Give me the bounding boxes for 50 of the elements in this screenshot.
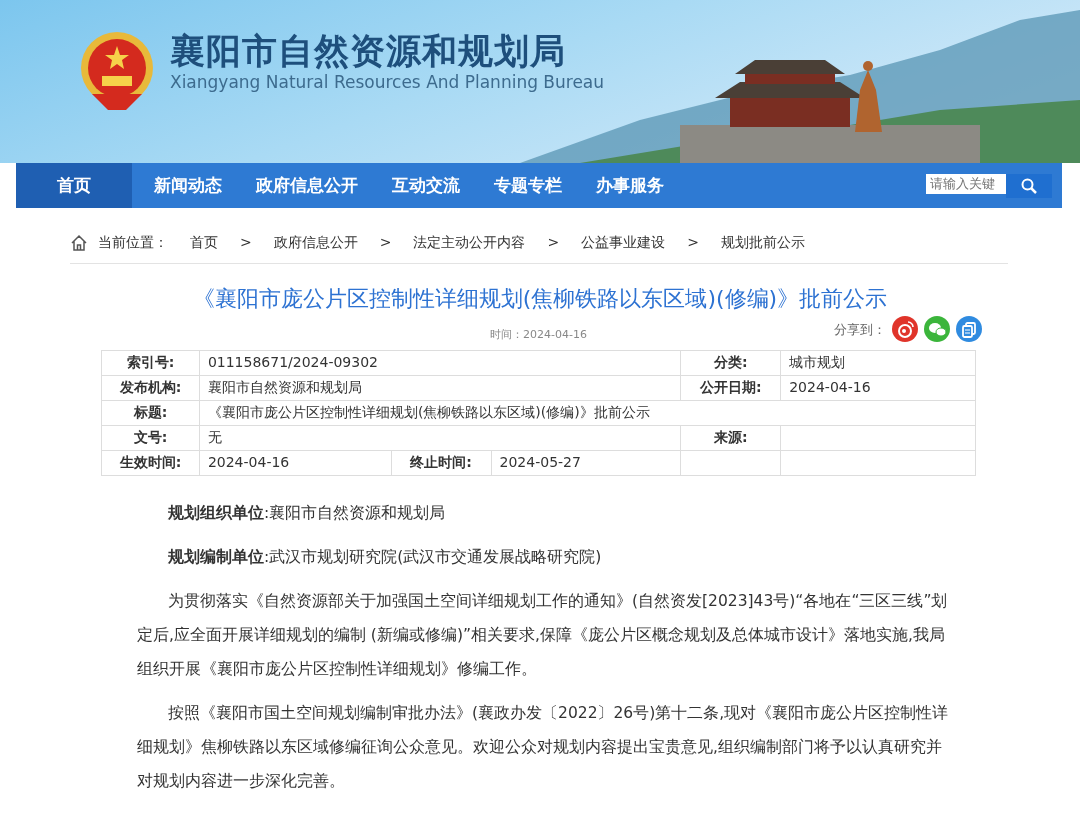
field-value: 城市规划 <box>780 350 976 375</box>
field-label: 公开日期: <box>680 375 781 400</box>
share-label: 分享到： <box>834 320 886 339</box>
field-label: 发布机构: <box>101 375 200 400</box>
site-subtitle: Xiangyang Natural Resources And Planning Bureau <box>170 72 605 93</box>
field-label: 分类: <box>680 350 781 375</box>
field-value: 《襄阳市庞公片区控制性详细规划(焦柳铁路以东区域)(修编)》批前公示 <box>199 400 976 425</box>
field-label: 生效时间: <box>101 450 200 475</box>
field-value: 011158671/2024-09302 <box>199 350 681 375</box>
search-field[interactable]: 请输入关键 <box>926 173 1006 194</box>
search-button[interactable] <box>1006 173 1052 198</box>
nav-item[interactable]: 政府信息公开 <box>242 163 372 208</box>
breadcrumb-link[interactable]: 公益事业建设 <box>581 232 666 253</box>
field-value: 2024-04-16 <box>780 375 976 400</box>
site-title: 襄阳市自然资源和规划局 <box>170 30 567 72</box>
breadcrumb-link[interactable]: 法定主动公开内容 <box>413 232 526 253</box>
field-value: 襄阳市自然资源和规划局 <box>199 375 681 400</box>
breadcrumb-separator: > <box>379 233 392 252</box>
nav-item[interactable]: 办事服务 <box>582 163 678 208</box>
nav-item[interactable]: 新闻动态 <box>140 163 236 208</box>
field-label: 来源: <box>680 425 781 450</box>
field-label: 文号: <box>101 425 200 450</box>
field-value: 无 <box>199 425 681 450</box>
breadcrumb-label: 当前位置： <box>98 233 168 252</box>
breadcrumb-separator: > <box>687 233 699 252</box>
field-value: 2024-05-27 <box>491 450 681 475</box>
nav-item[interactable]: 专题专栏 <box>480 163 576 208</box>
nav-item[interactable]: 首页 <box>16 163 132 208</box>
emblem-icon <box>78 30 156 112</box>
field-value: 2024-04-16 <box>199 450 392 475</box>
body-paragraph: 规划编制单位:武汉市规划研究院(武汉市交通发展战略研究院) <box>167 546 603 568</box>
breadcrumb-separator: > <box>547 233 560 252</box>
copy-icon[interactable] <box>956 316 982 343</box>
breadcrumb-link[interactable]: 政府信息公开 <box>273 232 358 253</box>
field-label: 索引号: <box>101 350 200 375</box>
article-title: 《襄阳市庞公片区控制性详细规划(焦柳铁路以东区域)(修编)》批前公示 <box>191 285 889 313</box>
search-icon <box>1021 177 1037 194</box>
breadcrumb-separator: > <box>240 233 252 252</box>
wechat-icon[interactable] <box>924 316 950 343</box>
home-icon <box>70 234 88 251</box>
nav-item[interactable]: 互动交流 <box>378 163 474 208</box>
field-label: 终止时间: <box>391 450 492 475</box>
body-paragraph: 按照《襄阳市国土空间规划编制审批办法》(襄政办发〔2022〕26号)第十二条,现对《襄阳市庞公片区控制性详细规划》焦柳铁路以东区域修编征询公众意见。欢迎公众对规划内容提出宝贵意见,组织编制部门将予以认真研究并对规划内容进一步深化完善。 <box>137 702 950 792</box>
publish-time: 时间：2024-04-16 <box>490 327 587 343</box>
breadcrumb-link[interactable]: 首页 <box>190 232 218 253</box>
field-label: 标题: <box>101 400 200 425</box>
breadcrumb-link[interactable]: 规划批前公示 <box>720 232 805 253</box>
body-paragraph: 为贯彻落实《自然资源部关于加强国土空间详细规划工作的通知》(自然资发[2023]43号)“各地在“三区三线”划定后,应全面开展详细规划的编制 (新编或修编)”相关要求,保障《庞公片区概念规划及总体城市设计》落地实施,我局组织开展《襄阳市庞公片区控制性详细规划》修编工作。 <box>137 590 949 680</box>
weibo-icon[interactable] <box>892 316 918 343</box>
body-paragraph: 规划组织单位:襄阳市自然资源和规划局 <box>167 502 447 524</box>
